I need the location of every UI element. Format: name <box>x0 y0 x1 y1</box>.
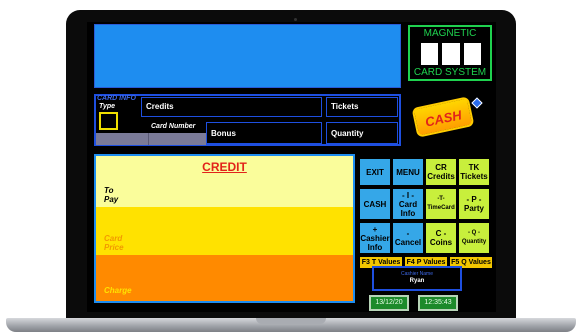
tk-tickets-button[interactable]: TK Tickets <box>458 158 490 186</box>
magnetic-card-system-panel: MAGNETIC CARD SYSTEM <box>408 25 492 81</box>
credit-panel: CREDIT To Pay Card Price Charge <box>94 154 355 303</box>
card-number-field[interactable] <box>96 133 206 145</box>
card-slot <box>419 41 441 67</box>
menu-button[interactable]: MENU <box>392 158 424 186</box>
coins-button[interactable]: C - Coins <box>425 222 457 254</box>
webcam-icon <box>294 18 297 21</box>
cashier-panel: Cashier Name Ryan <box>372 266 462 291</box>
tickets-field[interactable]: Tickets <box>326 97 398 117</box>
timecard-button[interactable]: -T- TimeCard <box>425 188 457 220</box>
laptop-notch <box>256 318 326 324</box>
card-number-label: Card Number <box>151 123 196 130</box>
card-info-heading: CARD INFO <box>97 95 136 102</box>
bonus-label: Bonus <box>211 129 236 138</box>
cashier-info-button[interactable]: + Cashier Info <box>359 222 391 254</box>
tickets-label: Tickets <box>331 102 359 111</box>
to-pay-label: To Pay <box>104 186 119 204</box>
type-label: Type <box>99 103 116 110</box>
quantity-button[interactable]: - Q - Quantity <box>458 222 490 254</box>
cr-credits-button[interactable]: CR Credits <box>425 158 457 186</box>
card-price-label: Card Price <box>104 234 124 252</box>
cash-button[interactable]: CASH <box>359 188 391 220</box>
charge-band <box>96 255 353 301</box>
card-type-field[interactable] <box>99 112 118 130</box>
diamond-icon <box>471 97 483 109</box>
magnetic-title: MAGNETIC <box>423 28 477 39</box>
exit-button[interactable]: EXIT <box>359 158 391 186</box>
screen: MAGNETIC CARD SYSTEM CARD INFO Type Card… <box>87 22 496 312</box>
cancel-button[interactable]: - Cancel <box>392 222 424 254</box>
card-price-band <box>96 207 353 255</box>
charge-label: Charge <box>104 286 132 295</box>
bonus-field[interactable]: Bonus <box>206 122 322 144</box>
credit-title: CREDIT <box>202 160 247 174</box>
card-slot <box>461 41 483 67</box>
card-info-panel: CARD INFO Type Card Number Credits Bonus… <box>94 94 401 146</box>
quantity-field[interactable]: Quantity <box>326 122 398 144</box>
date-display: 13/12/20 <box>369 295 409 311</box>
party-button[interactable]: - P - Party <box>458 188 490 220</box>
quantity-label: Quantity <box>331 129 364 138</box>
cashier-caption: Cashier Name <box>401 271 433 277</box>
credits-label: Credits <box>146 102 174 111</box>
card-slots <box>419 41 483 67</box>
cashier-name: Ryan <box>409 278 425 284</box>
display-panel <box>94 24 401 88</box>
card-info-button[interactable]: - I - Card Info <box>392 188 424 220</box>
card-system-label: CARD SYSTEM <box>413 67 487 78</box>
cash-logo: CASH <box>411 96 475 138</box>
time-display: 12:35:43 <box>418 295 458 311</box>
credits-field[interactable]: Credits <box>141 97 322 117</box>
card-slot <box>440 41 462 67</box>
